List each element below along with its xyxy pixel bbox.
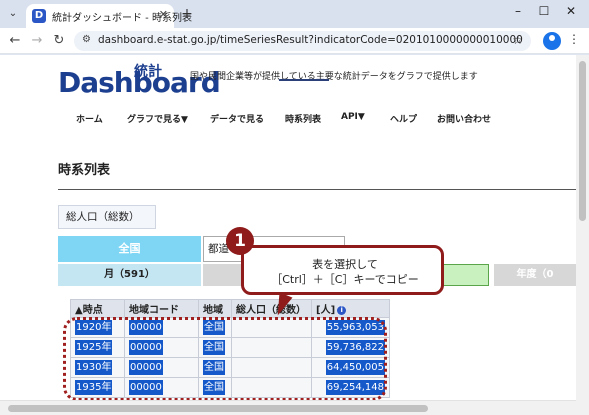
page-title: 時系列表 <box>58 163 111 178</box>
nav-item-graph[interactable]: グラフで見る▼ <box>127 112 188 125</box>
header-time[interactable]: ▲時点 <box>70 299 125 318</box>
bookmark-star-icon[interactable]: ☆ <box>512 33 523 47</box>
minimize-icon[interactable]: – <box>508 4 528 18</box>
back-icon[interactable]: ← <box>6 32 24 50</box>
reload-icon[interactable]: ↻ <box>50 32 68 50</box>
browser-toolbar: ← → ↻ ⚙ dashboard.e-stat.go.jp/timeSerie… <box>0 28 589 54</box>
step-number-badge: 1 <box>226 227 254 255</box>
tab-close-icon[interactable]: ✕ <box>159 8 168 21</box>
profile-avatar-icon[interactable] <box>543 32 561 50</box>
table-header-row: ▲時点 地域コード 地域 総人口（総数） [人] i <box>70 299 390 318</box>
site-info-icon[interactable]: ⚙ <box>82 34 91 45</box>
site-tagline: 国や民間企業等が提供している主要な統計データをグラフで提供します <box>190 72 478 82</box>
region-nation-button[interactable]: 全国 <box>58 236 201 262</box>
maximize-icon[interactable]: ☐ <box>534 4 554 18</box>
instruction-callout: 表を選択して ［Ctrl］＋［C］キーでコピー <box>241 245 444 295</box>
nav-item-api[interactable]: API▼ <box>341 112 365 122</box>
logo-kanji: 統計 <box>134 64 162 80</box>
nav-item-data[interactable]: データで見る <box>210 112 264 125</box>
tab-fiscal-year[interactable]: 年度（0 <box>494 264 576 286</box>
selection-highlight <box>63 317 387 401</box>
header-area[interactable]: 地域 <box>198 299 232 318</box>
header-indicator[interactable]: 総人口（総数） <box>231 299 312 318</box>
callout-line-2: ［Ctrl］＋［C］キーでコピー <box>271 273 419 286</box>
indicator-label: 総人口（総数） <box>58 205 156 229</box>
vertical-scrollbar[interactable] <box>576 55 589 415</box>
tab-title: 統計ダッシュボード - 時系列表 <box>52 13 192 24</box>
nav-item-timeseries[interactable]: 時系列表 <box>285 112 321 125</box>
page-content: Dashboard 統計 国や民間企業等が提供している主要な統計データをグラフで… <box>0 55 576 415</box>
info-icon[interactable]: i <box>337 305 347 315</box>
unit-label: [人] <box>316 305 336 316</box>
scrollbar-thumb[interactable] <box>579 61 586 221</box>
tab-monthly[interactable]: 月（591） <box>58 264 201 286</box>
title-divider <box>58 189 576 190</box>
global-nav: ホーム グラフで見る▼ データで見る 時系列表 API▼ ヘルプ お問い合わせ <box>58 109 576 131</box>
scrollbar-thumb[interactable] <box>8 405 428 412</box>
header-unit[interactable]: [人] i <box>311 299 390 318</box>
horizontal-scrollbar[interactable] <box>0 400 576 415</box>
more-menu-icon[interactable]: ⋮ <box>567 32 581 50</box>
address-bar[interactable]: ⚙ dashboard.e-stat.go.jp/timeSeriesResul… <box>74 31 531 51</box>
callout-text: 表を選択して ［Ctrl］＋［C］キーでコピー <box>250 257 440 287</box>
nav-item-home[interactable]: ホーム <box>76 112 103 125</box>
active-nav-indicator <box>279 79 329 81</box>
site-favicon-icon: D <box>32 9 46 23</box>
browser-tab[interactable]: D 統計ダッシュボード - 時系列表 ✕ <box>26 4 192 28</box>
tab-search-chevron-icon[interactable]: ⌄ <box>4 5 22 23</box>
forward-icon[interactable]: → <box>28 32 46 50</box>
window-close-icon[interactable]: ✕ <box>561 4 581 18</box>
new-tab-button[interactable]: + <box>178 5 196 23</box>
browser-tab-strip: ⌄ D 統計ダッシュボード - 時系列表 ✕ + – ☐ ✕ <box>0 0 589 28</box>
callout-line-1: 表を選択して <box>312 258 378 271</box>
url-text[interactable]: dashboard.e-stat.go.jp/timeSeriesResult?… <box>98 34 523 46</box>
header-area-code[interactable]: 地域コード <box>124 299 199 318</box>
nav-item-help[interactable]: ヘルプ <box>390 112 417 125</box>
nav-item-contact[interactable]: お問い合わせ <box>437 112 491 125</box>
